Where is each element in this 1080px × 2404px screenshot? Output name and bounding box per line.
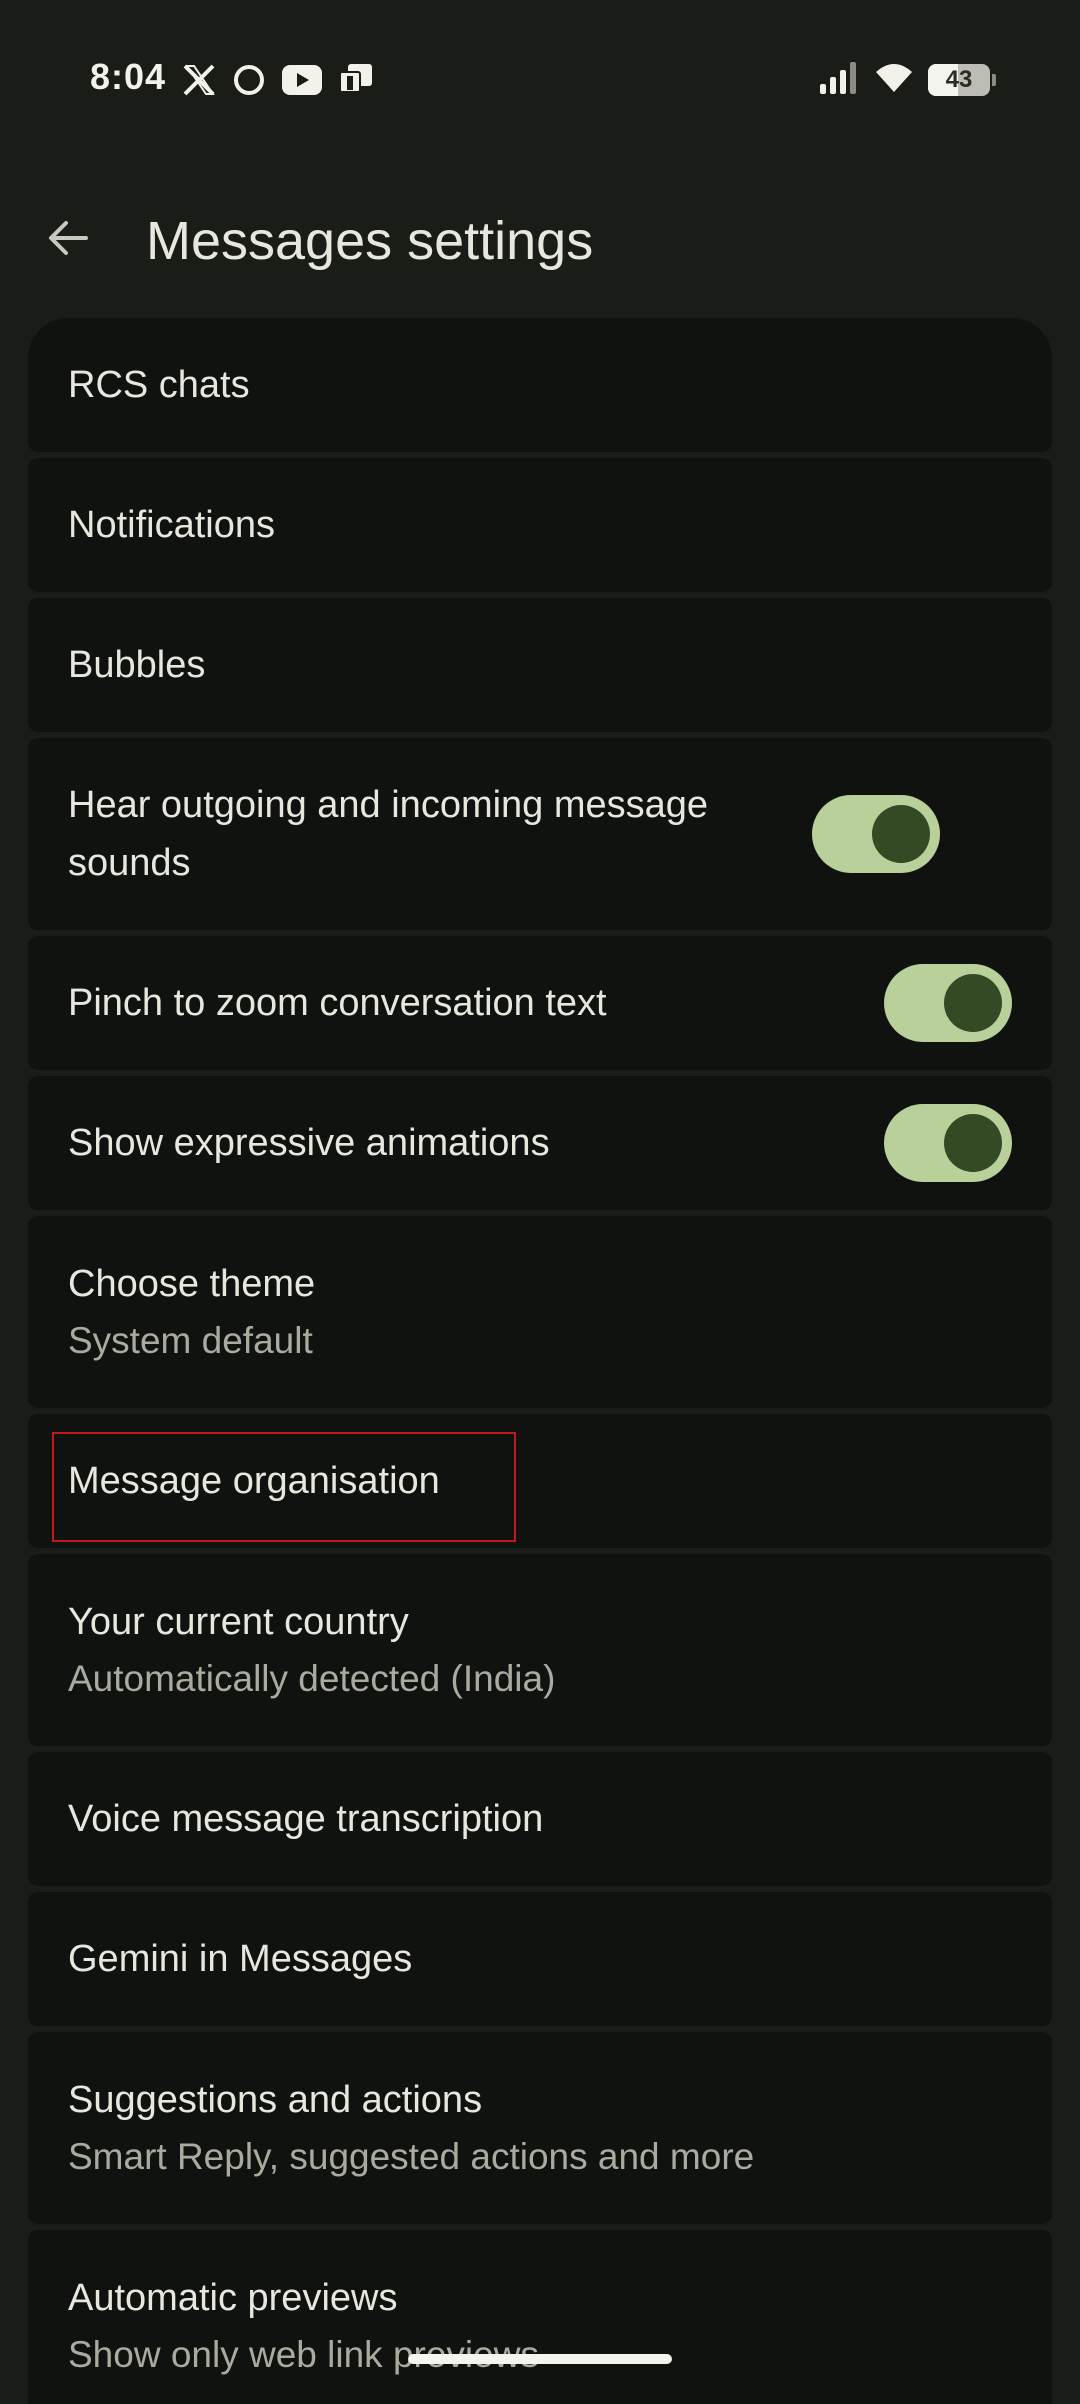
youtube-icon [282,65,322,95]
setting-rcs-chats[interactable]: RCS chats [28,318,1052,452]
threads-icon [232,63,266,97]
arrow-left-icon [46,216,90,265]
battery-icon: 43 [928,64,996,96]
system-icons: 43 [820,60,996,100]
notification-icons [182,60,374,100]
setting-current-country[interactable]: Your current country Automatically detec… [28,1554,1052,1746]
expressive-animations-toggle[interactable] [884,1104,1012,1182]
setting-title: Suggestions and actions [68,2079,483,2121]
setting-title: Notifications [68,504,275,546]
setting-title: Show expressive animations [68,1122,550,1164]
gesture-nav-handle[interactable] [408,2354,672,2364]
setting-title: Gemini in Messages [68,1938,413,1980]
setting-subtitle: System default [68,1320,313,1361]
setting-title: Voice message transcription [68,1798,544,1840]
teams-icon [338,62,374,98]
highlight-box [52,1432,516,1542]
toggle-knob [944,974,1002,1032]
setting-choose-theme[interactable]: Choose theme System default [28,1216,1052,1408]
toggle-knob [944,1114,1002,1172]
wifi-icon [874,62,914,99]
page-title: Messages settings [146,211,594,271]
battery-level: 43 [945,66,973,93]
message-sounds-toggle[interactable] [812,795,940,873]
setting-title: Hear outgoing and incoming message sound… [68,784,709,884]
setting-voice-transcription[interactable]: Voice message transcription [28,1752,1052,1886]
setting-message-sounds[interactable]: Hear outgoing and incoming message sound… [28,738,1052,930]
back-button[interactable] [30,202,106,278]
setting-subtitle: Smart Reply, suggested actions and more [68,2136,755,2177]
setting-gemini[interactable]: Gemini in Messages [28,1892,1052,2026]
setting-message-organisation[interactable]: Message organisation [28,1414,1052,1548]
x-icon [182,63,216,97]
setting-automatic-previews[interactable]: Automatic previews Show only web link pr… [28,2230,1052,2404]
setting-subtitle: Automatically detected (India) [68,1658,556,1699]
app-bar: Messages settings [0,180,1080,300]
setting-pinch-zoom[interactable]: Pinch to zoom conversation text [28,936,1052,1070]
setting-suggestions-actions[interactable]: Suggestions and actions Smart Reply, sug… [28,2032,1052,2224]
setting-title: Choose theme [68,1263,316,1305]
setting-notifications[interactable]: Notifications [28,458,1052,592]
toggle-knob [872,805,930,863]
setting-bubbles[interactable]: Bubbles [28,598,1052,732]
setting-title: Bubbles [68,644,206,686]
status-time: 8:04 [90,56,167,97]
setting-title: Pinch to zoom conversation text [68,982,607,1024]
pinch-zoom-toggle[interactable] [884,964,1012,1042]
setting-title: Your current country [68,1601,409,1643]
status-bar: 8:04 43 [0,0,1080,160]
setting-title: Automatic previews [68,2277,398,2319]
settings-list: RCS chats Notifications Bubbles Hear out… [28,318,1052,2404]
setting-title: RCS chats [68,364,250,406]
setting-expressive-animations[interactable]: Show expressive animations [28,1076,1052,1210]
signal-icon [820,61,860,99]
